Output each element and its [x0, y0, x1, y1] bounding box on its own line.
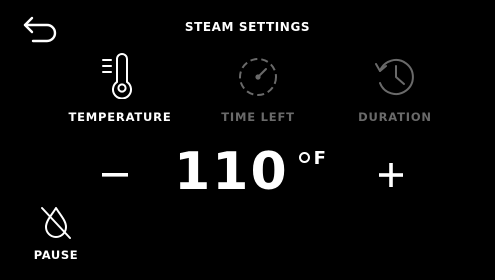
temperature-value: 110: [174, 142, 289, 202]
pause-button[interactable]: PAUSE: [18, 204, 94, 262]
degree-icon: [298, 152, 310, 163]
water-drop-slash-icon: [41, 207, 71, 239]
plus-icon: [379, 163, 403, 187]
timer-dial-icon: [234, 52, 282, 100]
decrease-button[interactable]: [90, 150, 140, 200]
pause-label: PAUSE: [33, 248, 79, 262]
clock-history-icon: [371, 52, 419, 100]
tab-duration-label: DURATION: [358, 110, 432, 124]
page-title: STEAM SETTINGS: [184, 20, 311, 34]
unit-label: F: [313, 148, 326, 169]
tab-time-left[interactable]: TIME LEFT: [193, 52, 323, 124]
minus-icon: [102, 173, 128, 177]
steam-settings-screen: STEAM SETTINGS TEMPERATURE TIME LEFT DUR…: [0, 0, 495, 280]
tab-time-left-label: TIME LEFT: [221, 110, 295, 124]
increase-button[interactable]: [366, 150, 416, 200]
thermometer-icon: [96, 52, 144, 100]
tab-temperature-label: TEMPERATURE: [68, 110, 172, 124]
tab-duration[interactable]: DURATION: [330, 52, 460, 124]
tab-temperature[interactable]: TEMPERATURE: [55, 52, 185, 124]
temperature-value-display: 110 F: [170, 140, 330, 210]
temperature-unit: F: [298, 148, 326, 169]
